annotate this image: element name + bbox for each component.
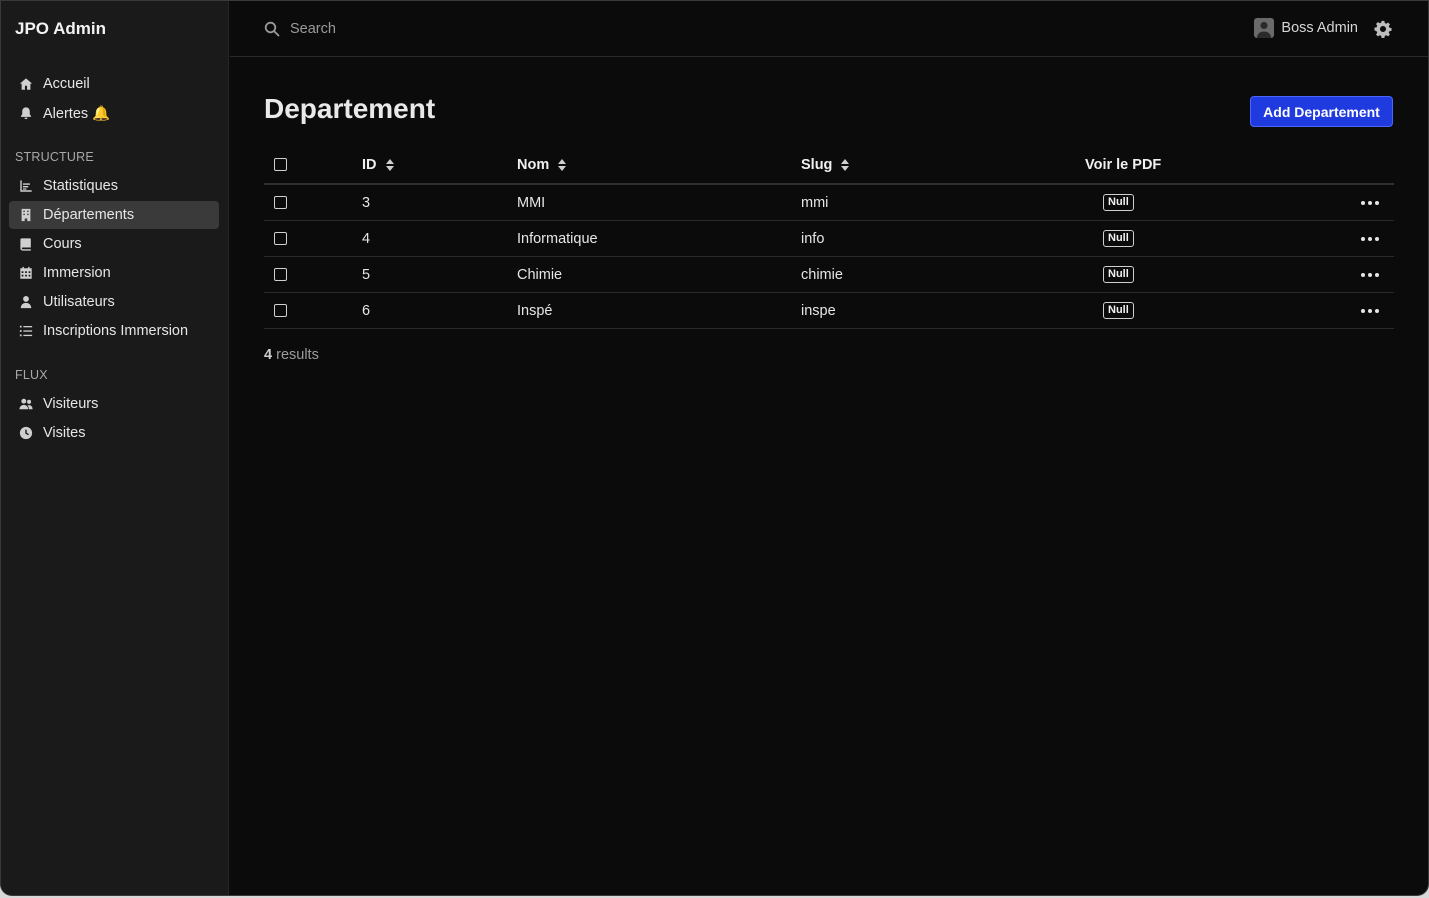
user-menu[interactable]: Boss Admin [1254,18,1358,38]
table-row[interactable]: 3 MMI mmi Null [264,185,1394,221]
sidebar-item-label: Cours [43,236,82,252]
cell-id: 5 [362,266,371,283]
sidebar-item-immersion[interactable]: Immersion [9,259,219,287]
row-checkbox[interactable] [274,196,287,209]
search-icon [264,21,280,37]
cell-slug: inspe [801,302,836,319]
sidebar-item-label: Statistiques [43,178,118,194]
table-row[interactable]: 6 Inspé inspe Null [264,293,1394,329]
users-icon [17,395,35,413]
cell-id: 4 [362,230,371,247]
pdf-badge: Null [1103,266,1134,283]
more-icon [1361,272,1379,277]
cell-id: 3 [362,194,371,211]
list-icon [17,322,35,340]
sidebar-item-utilisateurs[interactable]: Utilisateurs [9,288,219,316]
column-header-slug[interactable]: Slug [801,146,850,183]
chart-icon [17,177,35,195]
results-number: 4 [264,347,273,363]
user-name: Boss Admin [1281,20,1358,36]
cell-nom: Informatique [517,230,598,247]
sort-icon [841,158,850,171]
sidebar-item-visites[interactable]: Visites [9,419,219,447]
app-window: JPO Admin Accueil Alertes 🔔 STRUCTURE St… [0,0,1429,896]
sidebar-item-cours[interactable]: Cours [9,230,219,258]
more-icon [1361,308,1379,313]
sidebar-item-label: Visites [43,425,86,441]
sidebar-item-visiteurs[interactable]: Visiteurs [9,390,219,418]
sidebar-item-departements[interactable]: Départements [9,201,219,229]
table-header: ID Nom Slug Voir le PDF [264,146,1394,185]
row-actions-button[interactable] [1360,185,1380,220]
select-all-checkbox[interactable] [274,158,287,171]
clock-icon [17,424,35,442]
topbar: Boss Admin [230,1,1428,57]
sidebar-item-label: Utilisateurs [43,294,115,310]
row-checkbox[interactable] [274,232,287,245]
pdf-badge: Null [1103,230,1134,247]
sidebar-item-label: Visiteurs [43,396,99,412]
sidebar: JPO Admin Accueil Alertes 🔔 STRUCTURE St… [1,1,229,895]
sidebar-item-inscriptions-immersion[interactable]: Inscriptions Immersion [9,317,219,345]
table-row[interactable]: 4 Informatique info Null [264,221,1394,257]
results-count: 4 results [264,347,319,363]
results-label: results [276,347,319,363]
sort-icon [558,158,567,171]
cell-nom: Inspé [517,302,553,319]
add-departement-button[interactable]: Add Departement [1250,96,1393,127]
row-actions-button[interactable] [1360,293,1380,328]
user-icon [17,293,35,311]
sidebar-item-alertes[interactable]: Alertes 🔔 [9,99,219,127]
column-header-id[interactable]: ID [362,146,395,183]
sidebar-item-label: Accueil [43,76,90,92]
more-icon [1361,236,1379,241]
app-title: JPO Admin [15,19,106,38]
book-icon [17,235,35,253]
page-title: Departement [264,93,436,124]
gear-icon[interactable] [1374,20,1392,38]
search-input[interactable] [290,16,690,42]
cell-slug: info [801,230,825,247]
section-label-structure: STRUCTURE [15,150,94,164]
sidebar-item-label: Départements [43,207,135,223]
cell-nom: Chimie [517,266,563,283]
home-icon [17,75,35,93]
sidebar-item-label: Immersion [43,265,111,281]
building-icon [17,206,35,224]
row-actions-button[interactable] [1360,257,1380,292]
row-checkbox[interactable] [274,268,287,281]
sidebar-item-label: Inscriptions Immersion [43,323,189,339]
section-label-flux: FLUX [15,368,48,382]
cell-slug: mmi [801,194,829,211]
cell-id: 6 [362,302,371,319]
pdf-badge: Null [1103,194,1134,211]
cell-slug: chimie [801,266,843,283]
row-checkbox[interactable] [274,304,287,317]
table-row[interactable]: 5 Chimie chimie Null [264,257,1394,293]
sidebar-item-accueil[interactable]: Accueil [9,70,219,98]
sidebar-item-statistiques[interactable]: Statistiques [9,172,219,200]
more-icon [1361,200,1379,205]
row-actions-button[interactable] [1360,221,1380,256]
avatar [1254,18,1275,38]
sort-icon [385,158,394,171]
cell-nom: MMI [517,194,546,211]
column-header-nom[interactable]: Nom [517,146,567,183]
pdf-badge: Null [1103,302,1134,319]
calendar-icon [17,264,35,282]
column-header-pdf: Voir le PDF [1085,156,1162,173]
bell-icon [17,104,35,122]
sidebar-item-label: Alertes 🔔 [43,105,111,122]
departements-table: ID Nom Slug Voir le PDF 3 MMI mmi Null 4… [264,146,1394,329]
